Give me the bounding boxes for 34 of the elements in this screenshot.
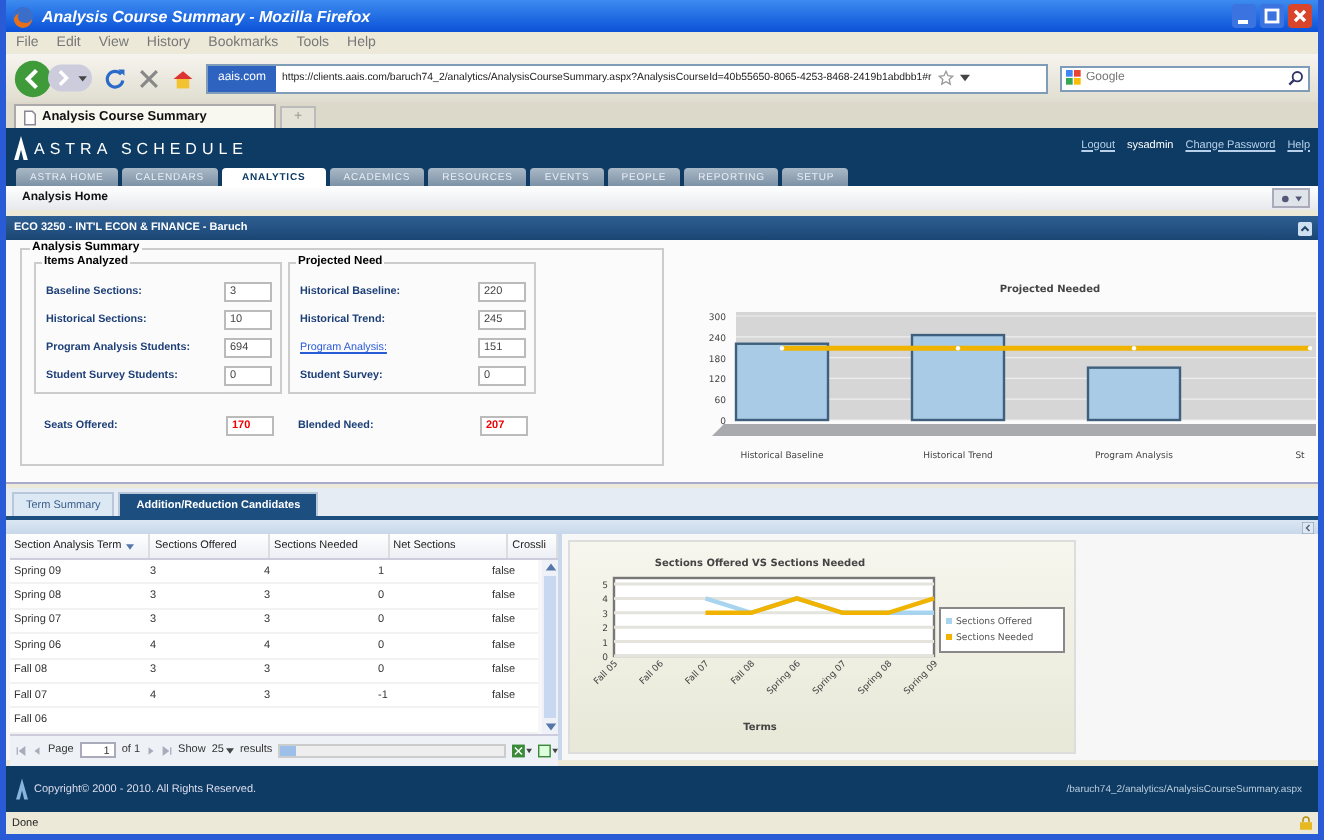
chart-bar — [734, 342, 830, 422]
scroll-down-icon[interactable] — [543, 719, 557, 734]
horizontal-scrollbar[interactable] — [278, 743, 506, 758]
logo-icon — [16, 778, 28, 800]
star-icon[interactable] — [937, 70, 954, 86]
close-button[interactable] — [1288, 4, 1312, 28]
home-icon[interactable] — [172, 67, 194, 89]
options-button[interactable] — [1272, 188, 1310, 208]
sort-caret-icon — [125, 543, 134, 549]
caret-icon — [225, 747, 234, 754]
search-icon[interactable] — [1288, 70, 1304, 86]
dropdown-arrow-icon[interactable] — [959, 74, 970, 82]
window-title: Analysis Course Summary - Mozilla Firefox — [42, 7, 371, 25]
reload-icon[interactable] — [104, 67, 126, 89]
maximize-button[interactable] — [1260, 4, 1284, 28]
firefox-icon — [12, 5, 34, 27]
back-button[interactable] — [14, 59, 52, 97]
last-page-icon[interactable] — [162, 745, 173, 756]
forward-button[interactable] — [48, 64, 92, 92]
collapse-icon[interactable] — [1302, 521, 1314, 533]
collapse-icon[interactable] — [1298, 221, 1312, 235]
chart-bar — [910, 333, 1006, 422]
logo-icon — [14, 135, 28, 159]
column-chooser-icon[interactable] — [538, 743, 558, 758]
excel-export-icon[interactable] — [512, 743, 532, 758]
search-engine-icon[interactable] — [1066, 70, 1082, 86]
page-icon — [24, 109, 36, 125]
chart-bar — [1086, 366, 1182, 422]
stop-icon[interactable] — [138, 67, 160, 89]
minimize-button[interactable] — [1232, 4, 1256, 28]
chart-legend — [939, 607, 1065, 653]
scrollbar[interactable] — [542, 560, 558, 734]
app-logo: ASTRA SCHEDULE — [34, 139, 249, 157]
lock-icon — [1300, 816, 1312, 830]
